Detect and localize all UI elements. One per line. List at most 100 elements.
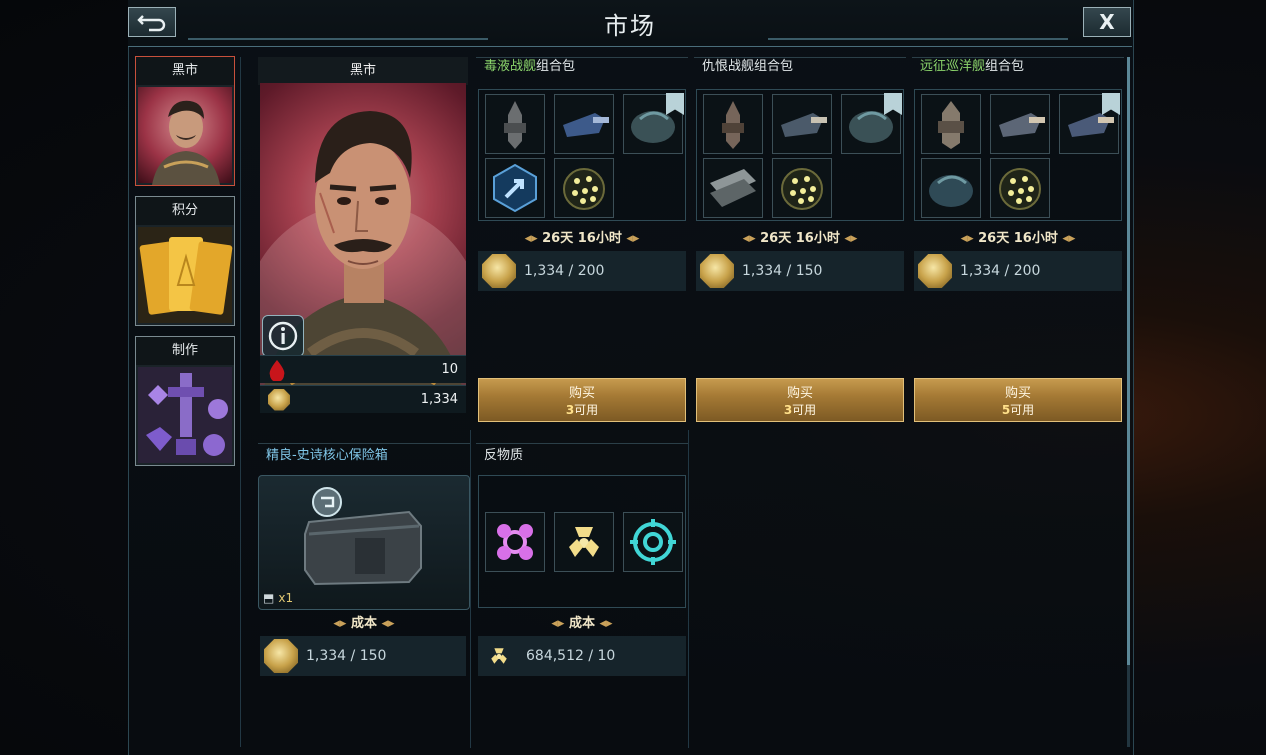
pack-price-value: 1,334 / 200 [960, 263, 1041, 279]
item-slot[interactable] [703, 158, 763, 218]
pack-timer: ◂▸ 26天 16小时 ◂▸ [694, 227, 906, 247]
item-slot[interactable] [554, 512, 614, 572]
item-slot[interactable] [772, 158, 832, 218]
item-slot[interactable] [990, 94, 1050, 154]
pack-card-expedition: 远征巡洋舰组合包 ◂▸ 26天 16小时 ◂▸ 1,334 / 200 购买 5… [912, 57, 1124, 422]
item-slot[interactable] [990, 158, 1050, 218]
antimatter-cost-label: ◂▸ 成本 ◂▸ [476, 612, 688, 632]
core-vault-icon [304, 487, 422, 586]
timer-right-arrow-icon: ◂▸ [621, 231, 640, 246]
merchant-thumbnail [138, 87, 232, 185]
antimatter-items [478, 475, 686, 608]
item-slot[interactable] [554, 94, 614, 154]
buy-label: 购买 [786, 386, 813, 401]
pack-items [478, 89, 686, 221]
close-button[interactable]: X [1083, 7, 1131, 37]
cost-right-arrow-icon: ◂▸ [377, 616, 395, 631]
pack-title-highlight: 毒液战舰 [484, 59, 537, 74]
upgrade-arrow-icon [493, 163, 537, 213]
gold-coin-icon [700, 254, 734, 288]
gold-cards-icon [139, 237, 233, 315]
item-slot[interactable] [554, 158, 614, 218]
item-slot[interactable] [921, 94, 981, 154]
available-count: 3可用 [784, 401, 816, 418]
points-cards-art [138, 227, 233, 323]
timer-right-arrow-icon: ◂▸ [1057, 231, 1076, 246]
pack-timer-text: 26天 16小时 [978, 231, 1058, 246]
warship-icon [504, 101, 526, 149]
reactor-sphere-icon [999, 168, 1041, 210]
item-slot[interactable] [703, 94, 763, 154]
antimatter-price: 684,512 / 10 [478, 636, 686, 676]
item-slot[interactable] [1059, 93, 1120, 154]
cannon-icon [781, 113, 827, 137]
cannon-icon [563, 113, 609, 137]
available-suffix: 可用 [574, 403, 599, 417]
timer-right-arrow-icon: ◂▸ [839, 231, 858, 246]
available-number: 3 [783, 403, 793, 417]
antimatter-yellow-icon [569, 527, 599, 557]
pack-title-rest: 组合包 [985, 59, 1025, 74]
blood-drop-icon [269, 359, 285, 381]
armor-module-icon [929, 175, 973, 207]
gold-coin-icon [268, 388, 290, 411]
buy-label: 购买 [568, 386, 595, 401]
buy-button[interactable]: 购买 3可用 [478, 378, 686, 422]
item-slot[interactable] [485, 512, 545, 572]
pack-price-value: 1,334 / 150 [742, 263, 823, 279]
crafting-art [138, 367, 232, 463]
antimatter-currency-icon [491, 648, 507, 664]
vault-count: x1 [278, 591, 294, 605]
timer-left-arrow-icon: ◂▸ [742, 231, 761, 246]
sidebar-item-crafting[interactable]: 制作 [135, 336, 235, 466]
gold-coin-icon [482, 254, 516, 288]
pack-timer: ◂▸ 26天 16小时 ◂▸ [476, 227, 688, 247]
antimatter-price-value: 684,512 / 10 [526, 648, 616, 664]
vault-price: 1,334 / 150 [260, 636, 466, 676]
pack-price-value: 1,334 / 200 [524, 263, 605, 279]
gold-stat-row: 1,334 [260, 385, 466, 413]
pack-items [696, 89, 904, 221]
antimatter-title: 反物质 [476, 443, 688, 464]
buy-label: 购买 [1004, 386, 1031, 401]
cruiser-icon [938, 101, 964, 149]
antimatter-cost-text: 成本 [568, 616, 595, 631]
pack-timer-text: 26天 16小时 [542, 231, 622, 246]
pack-card-hate: 仇恨战舰组合包 ◂▸ 26天 16小时 ◂▸ 1,334 / 150 购买 3可… [694, 57, 906, 422]
pack-card-venom: 毒液战舰组合包 ◂▸ 26天 16小时 ◂▸ 1,334 / 200 购买 3可… [476, 57, 688, 422]
item-slot[interactable] [623, 512, 683, 572]
sidebar-item-label: 黑市 [136, 57, 234, 85]
sidebar-item-label: 制作 [136, 337, 234, 365]
reactor-sphere-icon [781, 168, 823, 210]
buy-button[interactable]: 购买 3可用 [696, 378, 904, 422]
blood-value: 10 [441, 362, 458, 377]
info-button[interactable] [262, 315, 304, 357]
vault-title: 精良-史诗核心保险箱 [258, 443, 470, 464]
blood-stat-row: 10 [260, 355, 466, 383]
item-slot[interactable] [921, 158, 981, 218]
pack-title-highlight: 远征巡洋舰 [920, 59, 986, 74]
reactor-sphere-icon [563, 168, 605, 210]
sidebar-item-points[interactable]: 积分 [135, 196, 235, 326]
antimatter-pink-icon [497, 524, 533, 560]
vault-item[interactable]: ⬒ x1 [258, 475, 470, 610]
pack-title-rest: 组合包 [536, 59, 576, 74]
item-slot[interactable] [772, 94, 832, 154]
gold-coin-icon [264, 639, 298, 673]
merchant-name: 黑市 [258, 57, 468, 85]
gold-coin-icon [918, 254, 952, 288]
item-slot[interactable] [623, 93, 684, 154]
buy-button[interactable]: 购买 5可用 [914, 378, 1122, 422]
scrollbar-thumb[interactable] [1127, 57, 1130, 665]
sidebar-item-black-market[interactable]: 黑市 [135, 56, 235, 186]
back-button[interactable] [128, 7, 176, 37]
gold-value: 1,334 [420, 392, 458, 407]
item-slot[interactable] [841, 93, 902, 154]
sidebar-item-label: 积分 [136, 197, 234, 225]
cannon-icon [999, 113, 1045, 137]
warship-icon [722, 101, 744, 149]
timer-left-arrow-icon: ◂▸ [960, 231, 979, 246]
item-slot[interactable] [485, 94, 545, 154]
vault-cost-label: ◂▸ 成本 ◂▸ [258, 612, 470, 632]
item-slot[interactable] [485, 158, 545, 218]
